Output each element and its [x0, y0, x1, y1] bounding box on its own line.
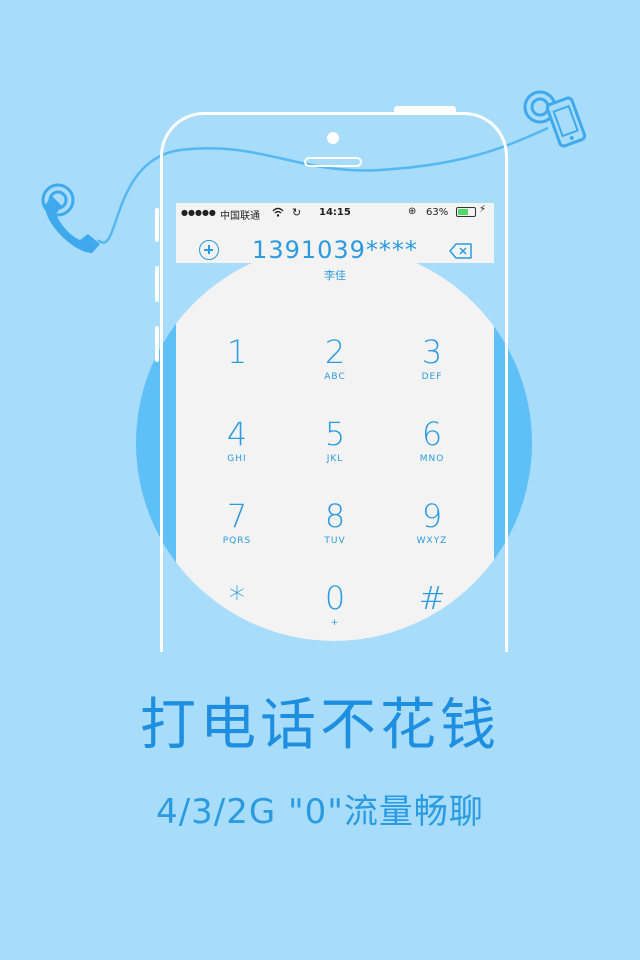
phone-screen-clip — [136, 245, 532, 641]
mobile-phone-icon — [523, 90, 587, 148]
backspace-icon[interactable] — [449, 243, 473, 259]
contact-name: 李佳 — [324, 269, 346, 282]
status-bar: ●●●●● 中国联通 ↻ 14:15 ⊕ 63% — [176, 203, 494, 223]
earpiece-speaker — [304, 157, 362, 167]
phone-screen — [176, 245, 494, 641]
rotation-lock-icon: ⊕ — [408, 206, 417, 217]
carrier-name: 中国联通 — [220, 211, 260, 222]
status-time: 14:15 — [319, 207, 351, 218]
promo-subline: 4/3/2G "0"流量畅聊 — [156, 792, 484, 832]
volume-up-button — [155, 266, 159, 302]
promo-screen: ●●●●● 中国联通 ↻ 14:15 ⊕ 63% ⚡ 1391039**** 李… — [0, 0, 640, 960]
promo-headline: 打电话不花钱 — [140, 693, 500, 758]
signal-strength: ●●●●● — [181, 208, 216, 217]
charging-icon: ⚡ — [479, 204, 487, 215]
battery-percent: 63% — [426, 207, 449, 218]
sync-icon: ↻ — [292, 206, 302, 219]
power-button — [394, 106, 456, 112]
dialed-number: 1391039**** — [252, 236, 418, 264]
battery-level — [458, 209, 469, 215]
front-camera — [327, 132, 339, 144]
battery-icon — [456, 207, 476, 217]
mute-switch — [155, 208, 159, 242]
wifi-icon — [272, 207, 284, 220]
handset-icon — [41, 183, 100, 253]
add-contact-icon[interactable] — [199, 240, 219, 260]
